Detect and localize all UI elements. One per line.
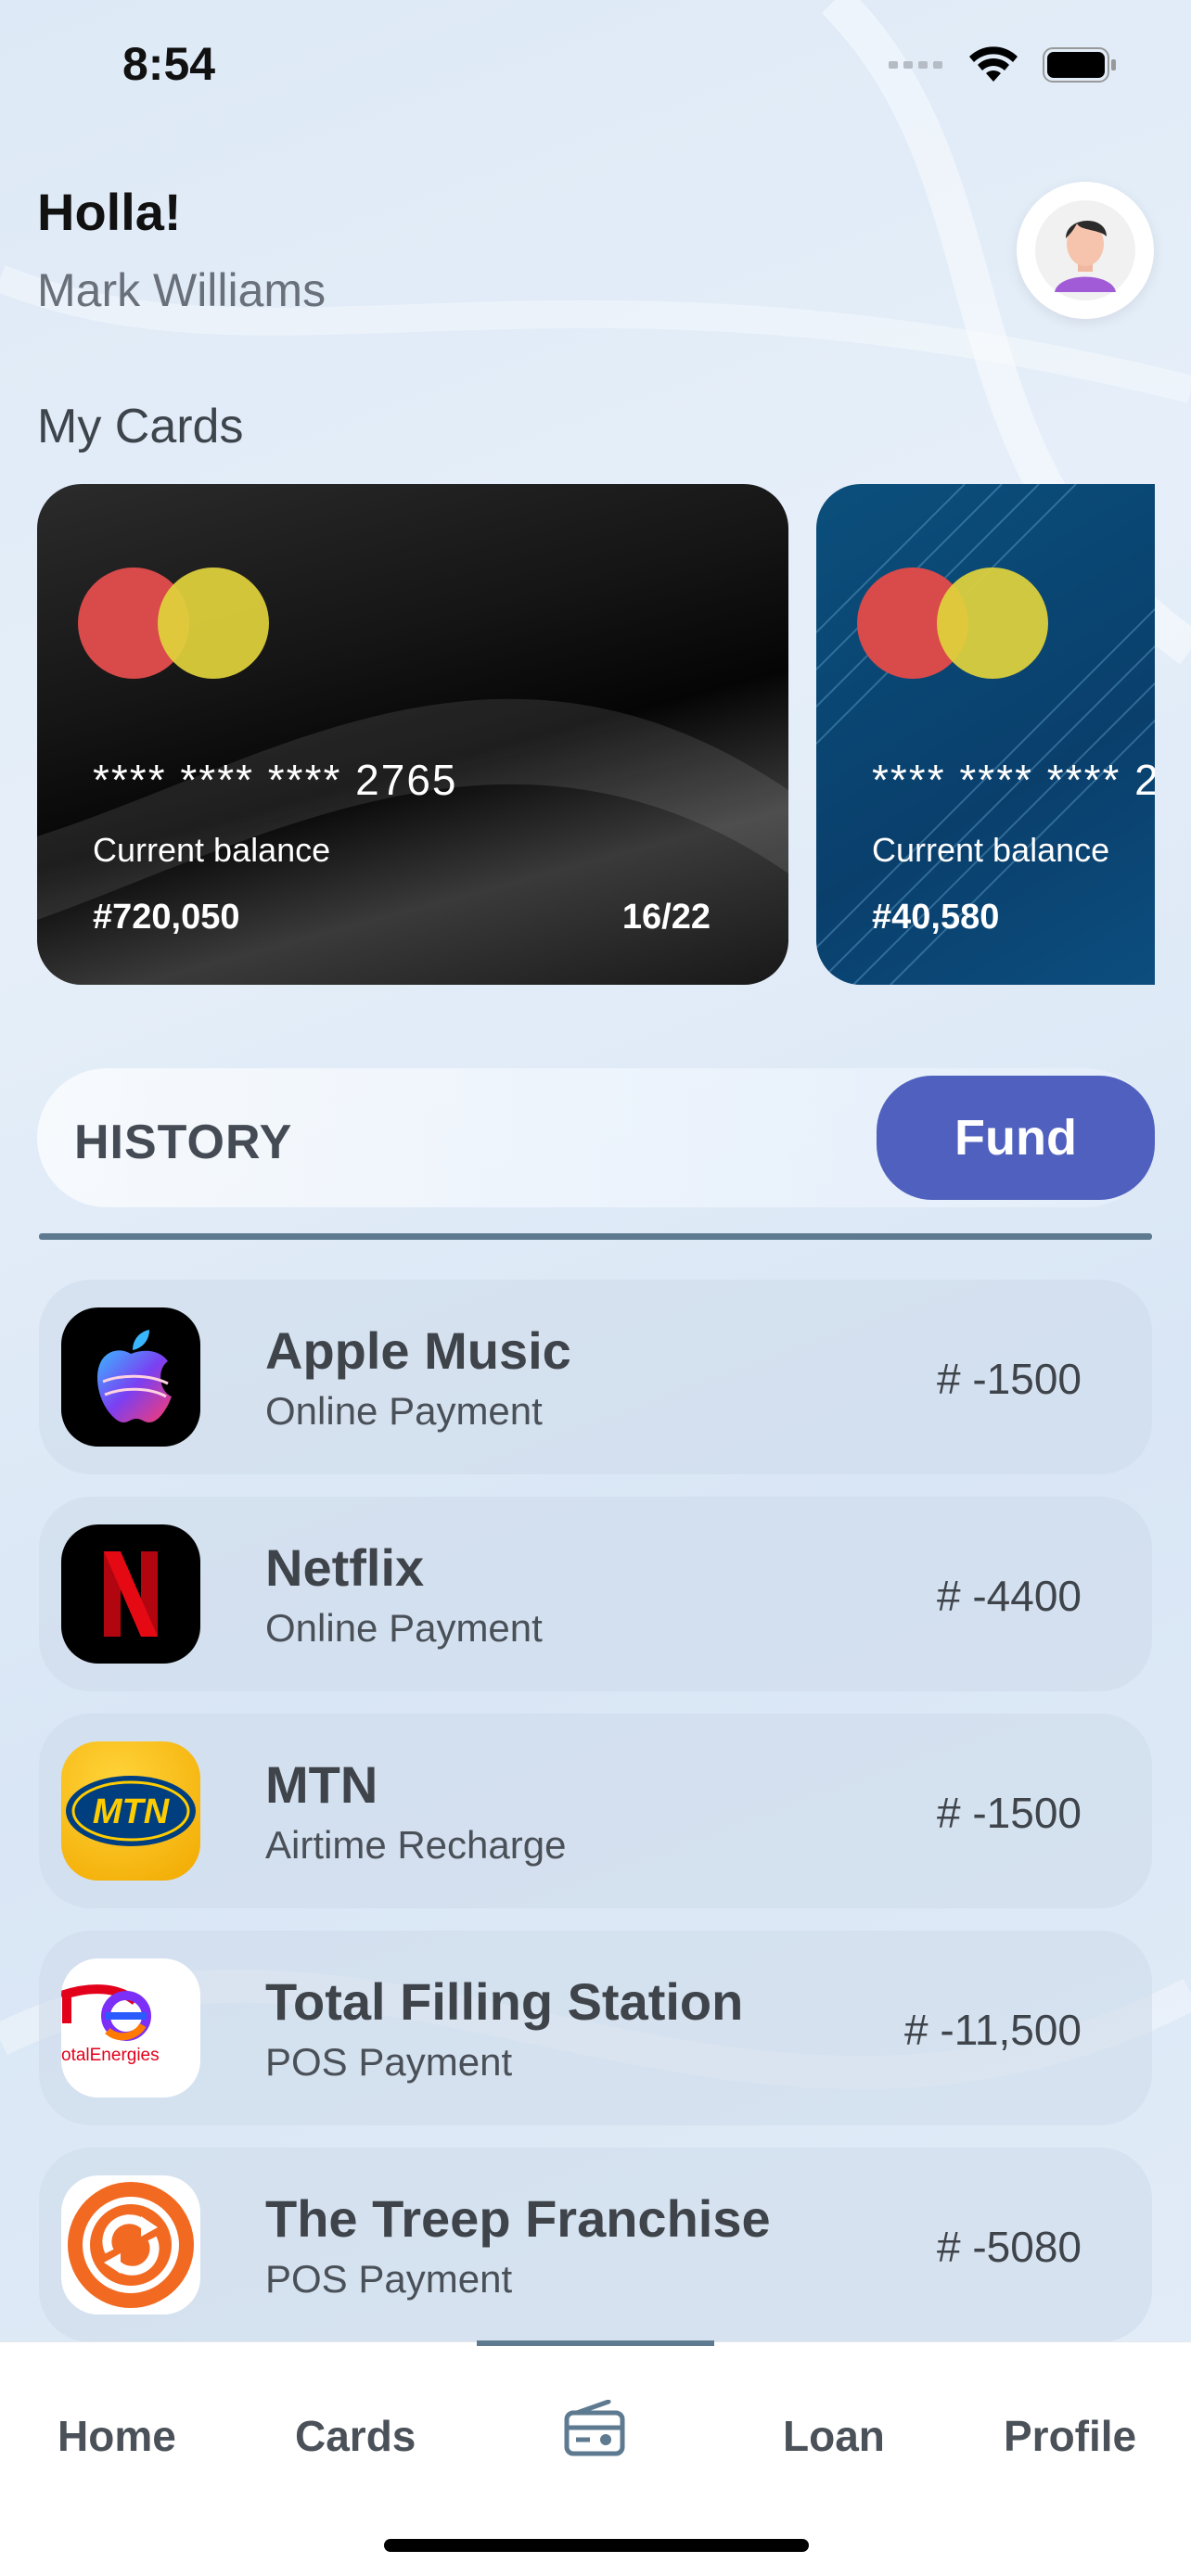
transaction-subtitle: Online Payment	[265, 1606, 543, 1650]
transaction-title: Netflix	[265, 1538, 425, 1597]
status-icons	[889, 46, 1117, 83]
transaction-subtitle: POS Payment	[265, 2257, 513, 2301]
transaction-row[interactable]: The Treep Franchise POS Payment # -5080	[39, 2148, 1152, 2342]
netflix-icon	[61, 1524, 200, 1664]
tab-radio[interactable]	[564, 2399, 625, 2468]
transaction-title: MTN	[265, 1755, 378, 1814]
history-bar: HISTORY Fund	[37, 1068, 1155, 1207]
cards-carousel[interactable]: **** **** **** 2765 Current balance #720…	[37, 484, 1155, 985]
greeting: Holla!	[37, 183, 182, 241]
transaction-title: Total Filling Station	[265, 1972, 744, 2031]
user-name: Mark Williams	[37, 264, 327, 316]
card-number: **** **** **** 2765	[93, 756, 458, 804]
transaction-title: Apple Music	[265, 1321, 571, 1380]
transaction-row[interactable]: Netflix Online Payment # -4400	[39, 1497, 1152, 1691]
mastercard-logo-icon	[857, 567, 1048, 679]
history-divider	[39, 1233, 1152, 1240]
history-label: HISTORY	[74, 1116, 293, 1169]
status-bar: 8:54	[0, 0, 1191, 130]
tab-profile[interactable]: Profile	[1004, 2411, 1136, 2461]
card-number: **** **** **** 2	[872, 756, 1155, 804]
home-indicator	[384, 2539, 809, 2552]
apple-music-icon	[61, 1307, 200, 1447]
transaction-subtitle: POS Payment	[265, 2040, 513, 2084]
totalenergies-wordmark: otalEnergies	[61, 2046, 160, 2065]
transaction-amount: # -1500	[936, 1789, 1082, 1837]
transaction-row[interactable]: Apple Music Online Payment # -1500	[39, 1280, 1152, 1474]
card-balance: #720,050	[93, 898, 240, 937]
tab-home[interactable]: Home	[58, 2411, 176, 2461]
totalenergies-icon: otalEnergies	[61, 1958, 200, 2098]
cellular-signal-icon	[889, 61, 942, 69]
transaction-amount: # -11,500	[904, 2006, 1082, 2054]
tab-cards[interactable]: Cards	[295, 2411, 416, 2461]
transaction-title: The Treep Franchise	[265, 2189, 771, 2248]
card-balance-label: Current balance	[93, 831, 331, 869]
transaction-subtitle: Airtime Recharge	[265, 1823, 567, 1867]
my-cards-title: My Cards	[37, 400, 244, 453]
transaction-subtitle: Online Payment	[265, 1389, 543, 1433]
card-balance-label: Current balance	[872, 831, 1110, 869]
tab-loan[interactable]: Loan	[783, 2411, 885, 2461]
wifi-icon	[969, 46, 1018, 82]
card-balance: #40,580	[872, 898, 1000, 937]
card-black[interactable]: **** **** **** 2765 Current balance #720…	[37, 484, 788, 985]
svg-text:MTN: MTN	[93, 1792, 171, 1831]
tab-active-indicator	[477, 2340, 714, 2346]
transaction-row[interactable]: otalEnergies Total Filling Station POS P…	[39, 1931, 1152, 2125]
transaction-row[interactable]: MTN MTN Airtime Recharge # -1500	[39, 1714, 1152, 1908]
transaction-amount: # -4400	[936, 1572, 1082, 1620]
avatar[interactable]	[1017, 182, 1154, 319]
fund-button[interactable]: Fund	[877, 1076, 1155, 1200]
card-expiry: 16/22	[621, 898, 711, 937]
user-avatar-icon	[1035, 200, 1135, 300]
mtn-icon: MTN	[61, 1741, 200, 1881]
radio-icon	[564, 2399, 625, 2456]
status-time: 8:54	[122, 38, 216, 90]
card-blue[interactable]: **** **** **** 2 Current balance #40,580	[816, 484, 1155, 985]
treep-icon	[61, 2175, 200, 2315]
transaction-amount: # -1500	[936, 1355, 1082, 1403]
mastercard-logo-icon	[78, 567, 269, 679]
battery-icon	[1043, 47, 1116, 83]
transaction-amount: # -5080	[936, 2223, 1082, 2271]
